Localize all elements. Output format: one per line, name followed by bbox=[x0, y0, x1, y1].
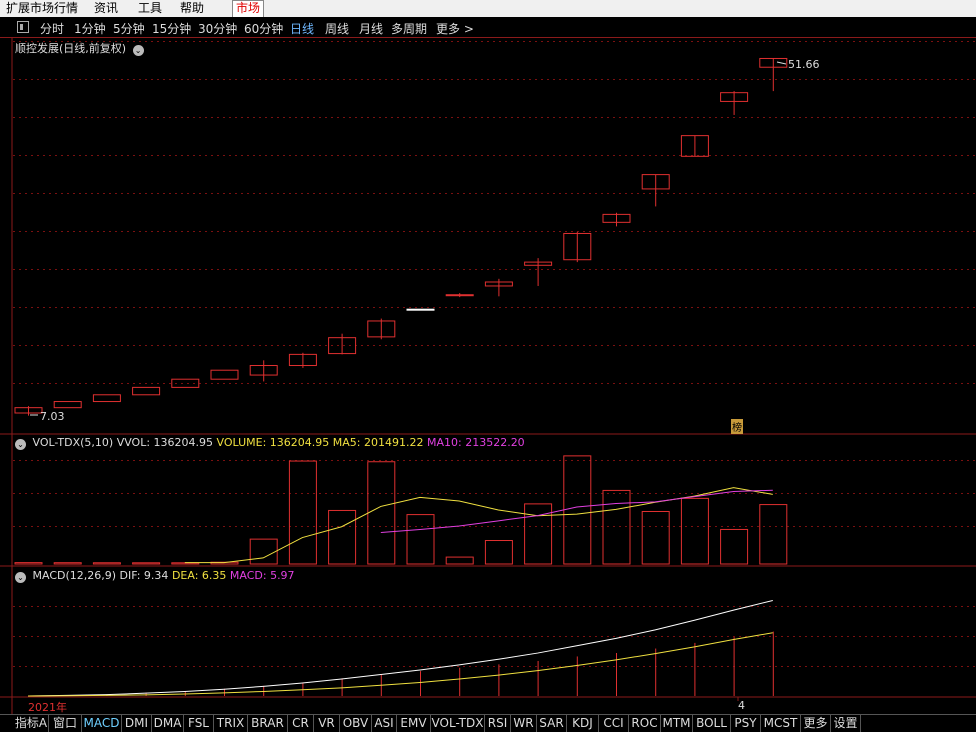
volume-bar bbox=[759, 504, 788, 565]
volume-bar bbox=[132, 562, 161, 565]
min-price-label: 7.03 bbox=[40, 410, 65, 423]
indicator-tab-cci[interactable]: CCI bbox=[599, 715, 629, 732]
period-timeshare[interactable]: 分时 bbox=[40, 20, 64, 37]
indicator-tab-asi[interactable]: ASI bbox=[372, 715, 397, 732]
menu-bar: 扩展市场行情 资讯 工具 帮助 市场 bbox=[0, 0, 976, 17]
indicator-tab-mtm[interactable]: MTM bbox=[661, 715, 693, 732]
period-more[interactable]: 更多 > bbox=[436, 20, 474, 37]
vol-vvol-value: VVOL: 136204.95 bbox=[116, 436, 214, 449]
indicator-tab-emv[interactable]: EMV bbox=[397, 715, 431, 732]
period-15min[interactable]: 15分钟 bbox=[152, 20, 191, 37]
menu-item-tools[interactable]: 工具 bbox=[138, 0, 162, 17]
menu-item-news[interactable]: 资讯 bbox=[94, 0, 118, 17]
vol-ma5-value: MA5: 201491.22 bbox=[332, 436, 424, 449]
menu-item-help[interactable]: 帮助 bbox=[180, 0, 204, 17]
volume-bar bbox=[328, 509, 357, 565]
indicator-tab-macd[interactable]: MACD bbox=[82, 715, 122, 732]
period-30min[interactable]: 30分钟 bbox=[198, 20, 237, 37]
max-price-label: 51.66 bbox=[788, 58, 820, 71]
chart-canvas[interactable] bbox=[0, 38, 976, 714]
indicator-tab-boll[interactable]: BOLL bbox=[693, 715, 731, 732]
indicator-tab-bar: 指标A 窗口 MACD DMI DMA FSL TRIX BRAR CR VR OBV ASI EMV V… bbox=[0, 714, 976, 732]
indicator-tab-trix[interactable]: TRIX bbox=[214, 715, 248, 732]
volume-bar bbox=[524, 503, 553, 565]
volume-bar bbox=[53, 562, 82, 565]
x-axis-month-label: 4 bbox=[738, 699, 745, 712]
macd-dif-line bbox=[27, 600, 773, 697]
chart-area[interactable]: 顺控发展(日线,前复权) ⌄ ⌄ VOL-TDX(5,10) VVOL: 136… bbox=[0, 38, 976, 714]
volume-bar bbox=[641, 510, 670, 565]
indicator-tab-roc[interactable]: ROC bbox=[629, 715, 661, 732]
candle bbox=[132, 386, 161, 396]
indicator-tab-dma[interactable]: DMA bbox=[152, 715, 184, 732]
indicator-tab-vr[interactable]: VR bbox=[314, 715, 340, 732]
volume-bar bbox=[249, 538, 278, 565]
period-monthly[interactable]: 月线 bbox=[359, 20, 383, 37]
vol-panel-title: ⌄ VOL-TDX(5,10) VVOL: 136204.95 VOLUME: … bbox=[15, 436, 525, 450]
main-panel-title: 顺控发展(日线,前复权) ⌄ bbox=[15, 40, 147, 56]
indicator-tab-vol-tdx[interactable]: VOL-TDX bbox=[431, 715, 485, 732]
indicator-tab-dmi[interactable]: DMI bbox=[122, 715, 152, 732]
menu-item-extended-market[interactable]: 扩展市场行情 bbox=[6, 0, 78, 17]
vol-volume-value: VOLUME: 136204.95 bbox=[216, 436, 330, 449]
period-bar: 分时 1分钟 5分钟 15分钟 30分钟 60分钟 日线 周线 月线 多周期 更… bbox=[0, 17, 976, 38]
macd-panel-title: ⌄ MACD(12,26,9) DIF: 9.34 DEA: 6.35 MACD… bbox=[15, 569, 295, 583]
period-60min[interactable]: 60分钟 bbox=[244, 20, 283, 37]
chevron-down-icon[interactable]: ⌄ bbox=[132, 45, 144, 56]
menu-item-market[interactable]: 市场 bbox=[232, 0, 265, 17]
candle bbox=[53, 401, 82, 409]
volume-bar bbox=[288, 460, 317, 565]
volume-ma5-line bbox=[184, 487, 773, 564]
chevron-down-icon[interactable]: ⌄ bbox=[15, 572, 26, 583]
chevron-down-icon[interactable]: ⌄ bbox=[15, 439, 26, 450]
volume-bar bbox=[445, 556, 474, 565]
macd-dea-value: DEA: 6.35 bbox=[171, 569, 227, 582]
indicator-tab-rsi[interactable]: RSI bbox=[485, 715, 511, 732]
vol-indicator-name: VOL-TDX(5,10) bbox=[32, 436, 114, 449]
volume-bar bbox=[92, 562, 121, 565]
period-5min[interactable]: 5分钟 bbox=[113, 20, 145, 37]
volume-bar bbox=[367, 461, 396, 565]
macd-macd-value: MACD: 5.97 bbox=[229, 569, 295, 582]
candle-limit-up bbox=[406, 308, 435, 311]
indicator-tab-wr[interactable]: WR bbox=[511, 715, 537, 732]
volume-bar bbox=[484, 540, 513, 565]
sidebar-toggle-icon[interactable] bbox=[17, 21, 29, 33]
volume-bar bbox=[720, 528, 749, 565]
volume-bar bbox=[563, 455, 592, 565]
indicator-tab-[interactable]: 窗口 bbox=[49, 715, 82, 732]
macd-indicator-name: MACD(12,26,9) bbox=[32, 569, 117, 582]
macd-dif-value: DIF: 9.34 bbox=[119, 569, 169, 582]
volume-bar bbox=[602, 489, 631, 565]
indicator-tab-sar[interactable]: SAR bbox=[537, 715, 567, 732]
indicator-tab-obv[interactable]: OBV bbox=[340, 715, 372, 732]
period-weekly[interactable]: 周线 bbox=[325, 20, 349, 37]
indicator-tab-kdj[interactable]: KDJ bbox=[567, 715, 599, 732]
volume-bar bbox=[14, 562, 43, 565]
stock-title: 顺控发展(日线,前复权) bbox=[15, 42, 127, 55]
period-1min[interactable]: 1分钟 bbox=[74, 20, 106, 37]
volume-bar bbox=[406, 514, 435, 565]
x-axis-year-label: 2021年 bbox=[28, 701, 67, 714]
ranking-badge[interactable]: 榜 bbox=[731, 419, 743, 434]
candle bbox=[210, 369, 239, 380]
volume-bar bbox=[680, 497, 709, 565]
period-multi[interactable]: 多周期 bbox=[391, 20, 427, 37]
indicator-tab-a[interactable]: 指标A bbox=[14, 715, 49, 732]
indicator-tab-brar[interactable]: BRAR bbox=[248, 715, 288, 732]
macd-dea-line bbox=[27, 632, 773, 697]
indicator-tab-[interactable]: 设置 bbox=[831, 715, 861, 732]
indicator-tab-cr[interactable]: CR bbox=[288, 715, 314, 732]
max-price-pointer bbox=[776, 61, 787, 65]
candle bbox=[445, 294, 474, 297]
period-daily[interactable]: 日线 bbox=[290, 20, 314, 37]
indicator-tab-psy[interactable]: PSY bbox=[731, 715, 761, 732]
candle bbox=[92, 394, 121, 403]
indicator-tab-mcst[interactable]: MCST bbox=[761, 715, 801, 732]
indicator-tab-fsl[interactable]: FSL bbox=[184, 715, 214, 732]
vol-ma10-value: MA10: 213522.20 bbox=[426, 436, 525, 449]
indicator-tab-[interactable]: 更多 bbox=[801, 715, 831, 732]
